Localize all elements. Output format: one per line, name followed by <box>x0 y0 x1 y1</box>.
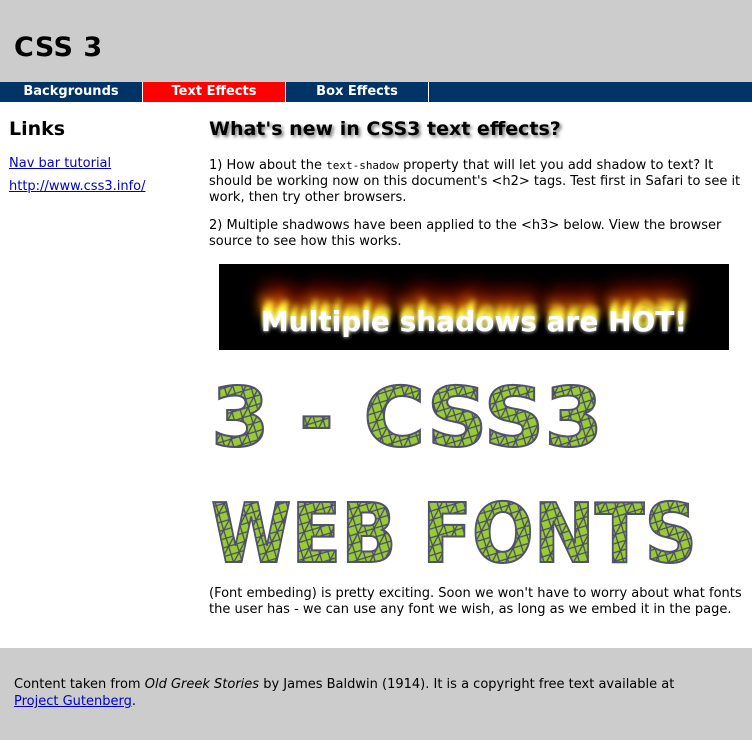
site-title: CSS 3 <box>14 32 103 63</box>
intro-paragraph-1: 1) How about the text-shadow property th… <box>209 158 741 205</box>
web-font-line-1: 3 - CSS3 <box>211 371 603 466</box>
web-font-sample: 3 - CSS3 WEB FONTS <box>210 370 698 576</box>
hot-shadow-heading: Multiple shadows are HOT! <box>260 305 688 338</box>
inline-code: text-shadow <box>326 159 399 172</box>
footer-credit: Content taken from Old Greek Stories by … <box>14 677 675 709</box>
project-gutenberg-link[interactable]: Project Gutenberg <box>14 694 132 709</box>
page-header: CSS 3 <box>0 0 752 82</box>
hot-shadow-banner: Multiple shadows are HOT! <box>219 264 729 350</box>
font-embedding-paragraph: (Font embeding) is pretty exciting. Soon… <box>209 586 742 617</box>
nav-tab-text-effects[interactable]: Text Effects <box>143 82 286 102</box>
nav-tab-box-effects[interactable]: Box Effects <box>286 82 429 102</box>
nav-bar-tutorial-link[interactable]: Nav bar tutorial <box>9 156 199 171</box>
page-footer: Content taken from Old Greek Stories by … <box>0 648 752 740</box>
book-title: Old Greek Stories <box>144 677 260 692</box>
main-content: What's new in CSS3 text effects? 1) How … <box>209 118 744 617</box>
sidebar-heading: Links <box>9 118 66 140</box>
css3-info-link[interactable]: http://www.css3.info/ <box>9 179 199 194</box>
sidebar: Links Nav bar tutorial http://www.css3.i… <box>9 118 199 194</box>
web-font-line-2: WEB FONTS <box>211 487 697 576</box>
page-title: What's new in CSS3 text effects? <box>209 118 561 140</box>
nav-bar: Backgrounds Text Effects Box Effects <box>0 82 752 102</box>
intro-paragraph-2: 2) Multiple shadwows have been applied t… <box>209 218 722 249</box>
nav-tab-backgrounds[interactable]: Backgrounds <box>0 82 143 102</box>
